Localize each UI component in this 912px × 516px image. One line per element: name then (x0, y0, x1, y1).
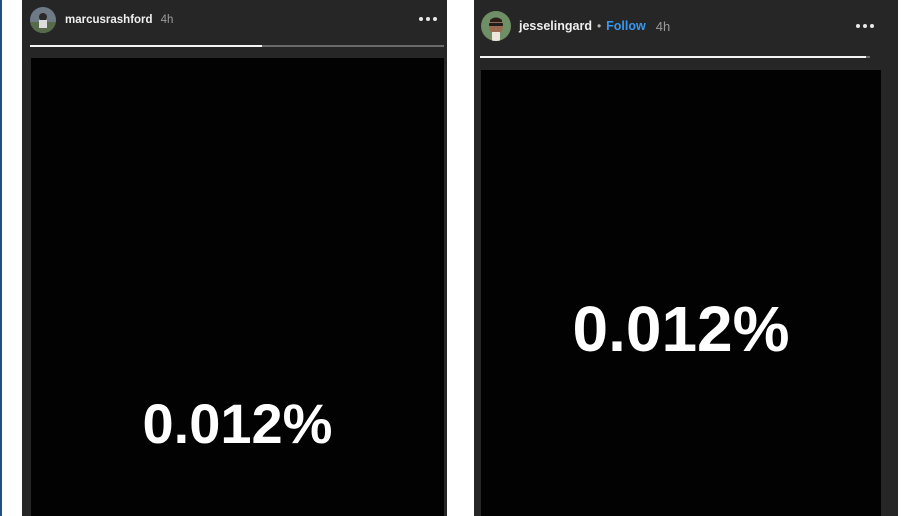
story-progress-bar (480, 56, 870, 58)
page: marcusrashford 4h 0.012% jesselingard • … (0, 0, 912, 516)
story-marcusrashford: marcusrashford 4h 0.012% (22, 0, 447, 516)
story-header: jesselingard • Follow 4h (474, 0, 898, 52)
story-media[interactable]: 0.012% (31, 58, 444, 516)
left-edge-strip (0, 0, 2, 516)
username[interactable]: jesselingard (519, 19, 592, 33)
username[interactable]: marcusrashford (65, 14, 153, 26)
story-progress-fill (480, 56, 867, 58)
story-media[interactable]: 0.012% (481, 70, 881, 516)
story-header: marcusrashford 4h (22, 0, 447, 40)
more-options-icon[interactable] (856, 24, 874, 28)
story-text: 0.012% (142, 392, 333, 455)
separator-dot: • (596, 19, 602, 33)
story-progress-fill (30, 45, 262, 47)
story-jesselingard: jesselingard • Follow 4h 0.012% (474, 0, 898, 516)
more-options-icon[interactable] (419, 17, 437, 21)
story-progress-bar (30, 45, 444, 47)
avatar[interactable] (481, 11, 511, 41)
story-text: 0.012% (572, 293, 790, 365)
timestamp: 4h (160, 14, 174, 26)
timestamp: 4h (655, 18, 671, 34)
follow-button[interactable]: Follow (606, 19, 646, 33)
avatar[interactable] (30, 7, 56, 33)
